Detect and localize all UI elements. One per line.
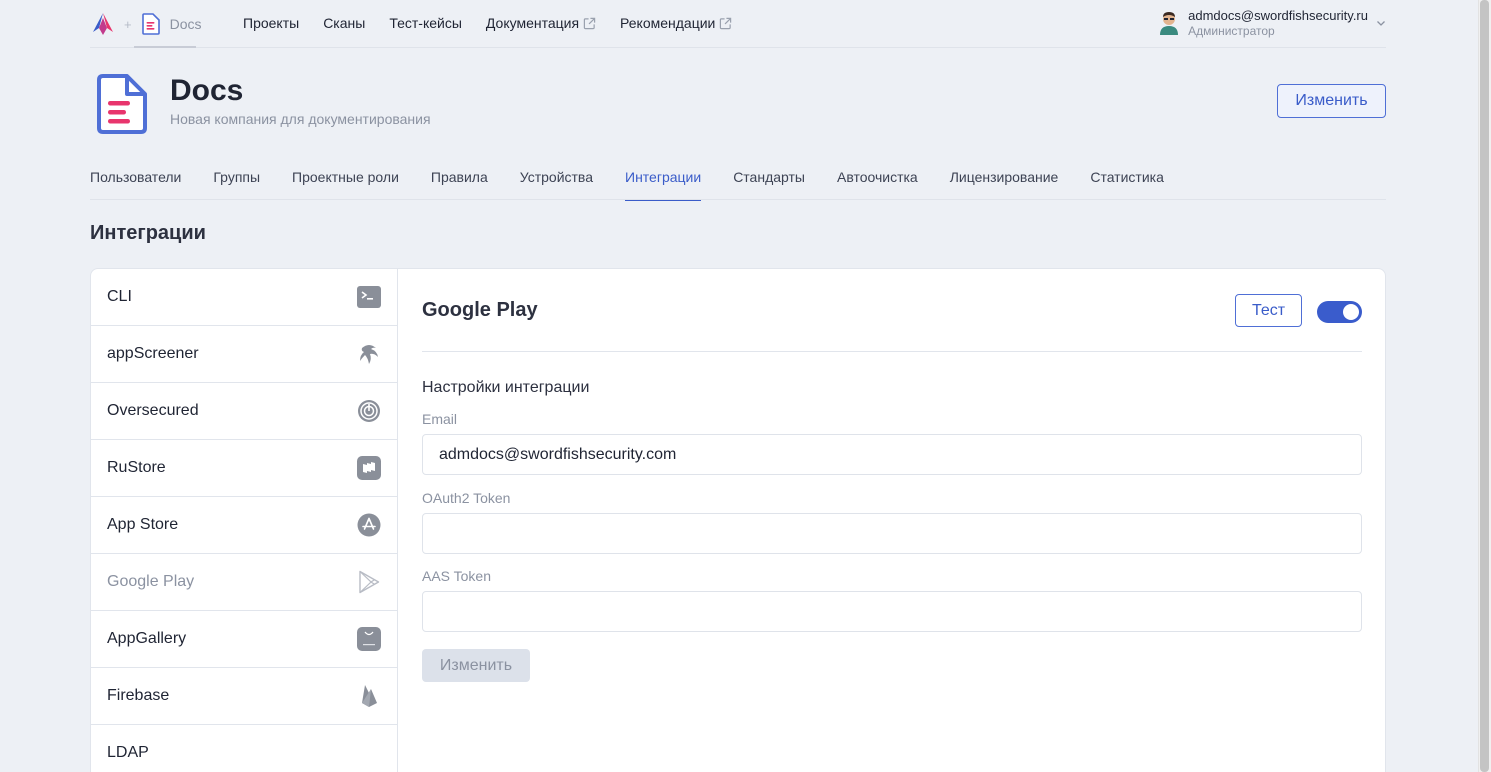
appscreener-icon: [357, 342, 381, 366]
tab-rules[interactable]: Правила: [431, 160, 488, 200]
user-menu[interactable]: admdocs@swordfishsecurity.ru Администрат…: [1157, 8, 1386, 38]
nav-link-label: Проекты: [243, 15, 300, 31]
nav-link-recommendations[interactable]: Рекомендации: [620, 15, 732, 31]
plus-separator: +: [124, 16, 132, 32]
integration-item-appscreener[interactable]: appScreener: [91, 326, 397, 383]
nav-link-label: Сканы: [323, 15, 366, 31]
firebase-icon: [357, 684, 381, 708]
integration-item-google-play[interactable]: Google Play: [91, 554, 397, 611]
nav-link-scans[interactable]: Сканы: [323, 15, 365, 31]
google-play-icon: [357, 570, 381, 594]
tab-integrations[interactable]: Интеграции: [625, 160, 702, 201]
save-integration-button[interactable]: Изменить: [422, 649, 530, 682]
tab-licensing[interactable]: Лицензирование: [950, 160, 1059, 200]
integration-item-appgallery[interactable]: AppGallery: [91, 611, 397, 668]
external-link-icon: [583, 17, 596, 29]
terminal-icon: [357, 285, 381, 309]
nav-link-projects[interactable]: Проекты: [243, 15, 299, 31]
integration-item-oversecured[interactable]: Oversecured: [91, 383, 397, 440]
company-switcher-label: Docs: [169, 16, 202, 32]
nav-link-test-cases[interactable]: Тест-кейсы: [389, 15, 462, 31]
integration-item-cli[interactable]: CLI: [91, 269, 397, 326]
aas-token-field[interactable]: [422, 591, 1362, 632]
avatar: [1160, 12, 1179, 35]
oversecured-icon: [357, 399, 381, 423]
integration-item-rustore[interactable]: RuStore: [91, 440, 397, 497]
integration-settings-title: Настройки интеграции: [422, 379, 590, 396]
section-title: Интеграции: [90, 222, 206, 244]
company-document-icon: [97, 74, 147, 134]
tab-devices[interactable]: Устройства: [520, 160, 593, 200]
email-label: Email: [422, 411, 458, 427]
integration-item-firebase[interactable]: Firebase: [91, 668, 397, 725]
logo-icon: [93, 13, 113, 35]
integration-item-label: Firebase: [107, 687, 170, 704]
tab-groups[interactable]: Группы: [213, 160, 260, 200]
aas-token-label: AAS Token: [422, 568, 492, 584]
integration-item-label: Google Play: [107, 573, 195, 590]
app-store-icon: [357, 513, 381, 537]
rustore-icon: [357, 456, 381, 480]
integration-item-label: LDAP: [107, 744, 149, 761]
edit-company-button[interactable]: Изменить: [1277, 84, 1386, 118]
appgallery-icon: [357, 627, 381, 651]
nav-link-documentation[interactable]: Документация: [486, 15, 596, 31]
page: + Docs Проекты Сканы Тест-кейсы Документ…: [0, 0, 1491, 772]
tab-statistics[interactable]: Статистика: [1090, 160, 1164, 200]
integration-item-ldap[interactable]: LDAP: [91, 725, 397, 772]
tab-standards[interactable]: Стандарты: [733, 160, 805, 200]
integration-item-label: Oversecured: [107, 402, 199, 419]
company-switcher[interactable]: Docs: [141, 10, 202, 38]
company-tabs: Пользователи Группы Проектные роли Прави…: [90, 160, 1386, 201]
tab-project-roles[interactable]: Проектные роли: [292, 160, 399, 200]
vertical-scrollbar[interactable]: [1478, 0, 1491, 772]
brand[interactable]: + Docs: [90, 10, 202, 38]
company-description: Новая компания для документирования: [170, 111, 431, 127]
chevron-down-icon: [1377, 21, 1385, 26]
toggle-knob: [1343, 304, 1359, 320]
integration-item-app-store[interactable]: App Store: [91, 497, 397, 554]
test-button[interactable]: Тест: [1235, 294, 1302, 327]
integration-item-label: appScreener: [107, 345, 199, 362]
integration-item-label: CLI: [107, 288, 132, 305]
scrollbar-thumb[interactable]: [1480, 0, 1489, 772]
oauth-token-label: OAuth2 Token: [422, 490, 511, 506]
document-icon: [141, 13, 160, 35]
integrations-panel: CLI appScreener Oversecured RuStore App …: [90, 268, 1386, 772]
company-name: Docs: [170, 74, 244, 107]
integration-title: Google Play: [422, 299, 538, 321]
nav-link-label: Рекомендации: [620, 15, 716, 31]
tab-autocleanup[interactable]: Автоочистка: [837, 160, 918, 200]
nav-link-label: Документация: [485, 15, 580, 31]
external-link-icon: [720, 17, 732, 29]
integration-item-label: RuStore: [107, 459, 166, 476]
integration-enabled-toggle[interactable]: [1317, 301, 1362, 323]
tab-users[interactable]: Пользователи: [90, 160, 181, 200]
email-field[interactable]: [422, 434, 1362, 475]
integration-item-label: App Store: [107, 516, 179, 533]
integrations-list: CLI appScreener Oversecured RuStore App …: [91, 269, 398, 772]
company-switcher-underline: [134, 46, 196, 48]
top-navbar: + Docs Проекты Сканы Тест-кейсы Документ…: [90, 0, 1386, 48]
user-info: admdocs@swordfishsecurity.ru Администрат…: [1188, 8, 1368, 38]
nav-link-label: Тест-кейсы: [389, 15, 462, 31]
oauth-token-field[interactable]: [422, 513, 1362, 554]
divider: [422, 351, 1362, 352]
main-nav: Проекты Сканы Тест-кейсы Документация Ре…: [243, 15, 732, 31]
user-role: Администратор: [1188, 24, 1275, 38]
integration-item-label: AppGallery: [107, 630, 187, 647]
user-email: admdocs@swordfishsecurity.ru: [1188, 8, 1368, 23]
